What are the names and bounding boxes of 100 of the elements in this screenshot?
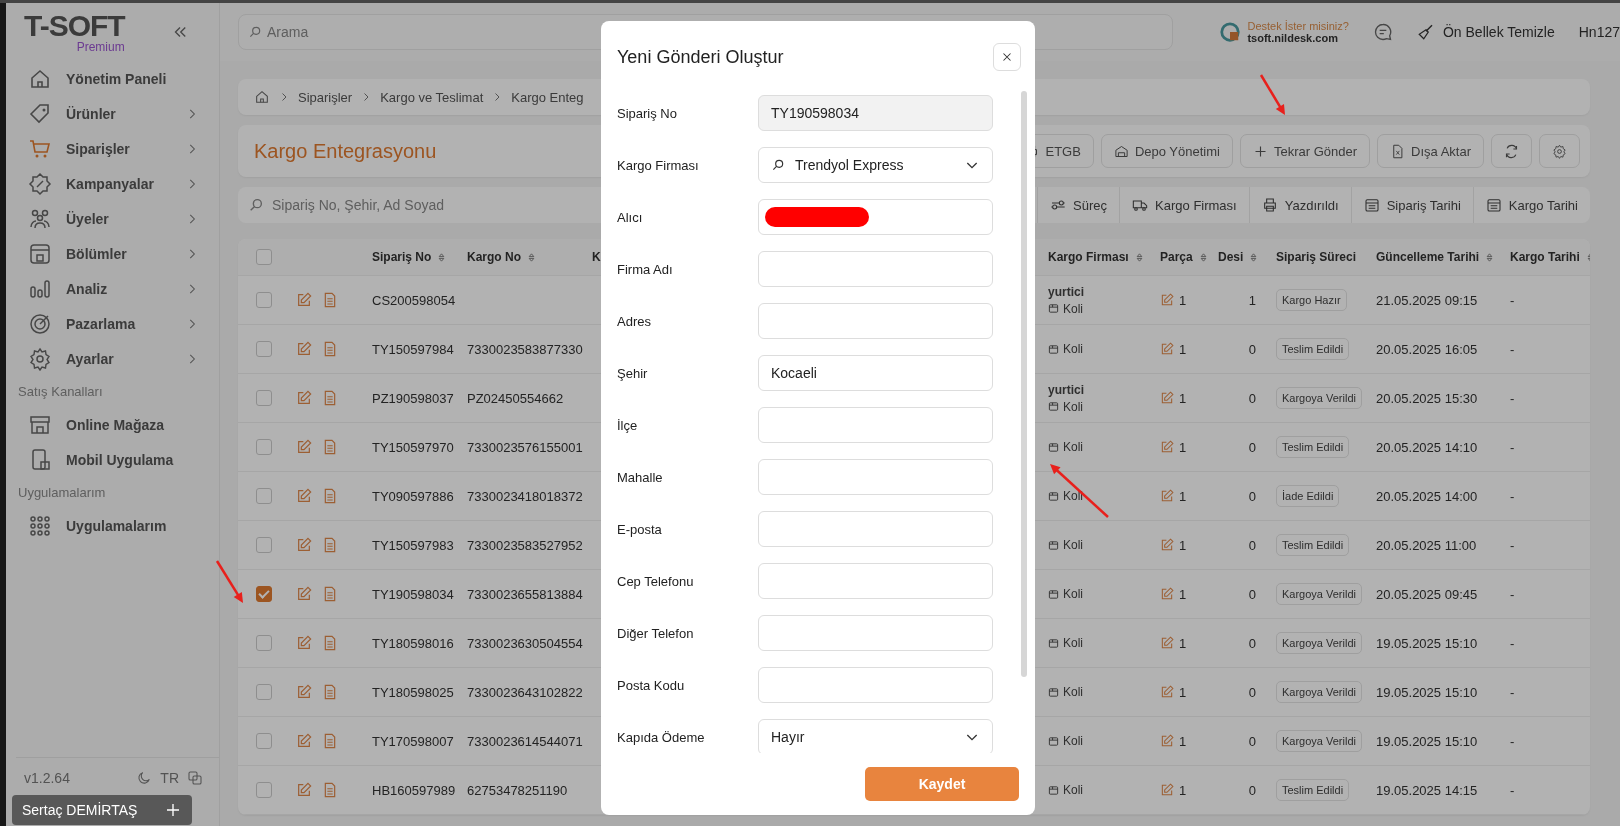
filter-button[interactable]: Yazdırıldı xyxy=(1248,187,1351,223)
sidebar-item[interactable]: Siparişler xyxy=(16,131,219,166)
column-header: K xyxy=(592,250,601,264)
table-cell: 1 xyxy=(1179,537,1187,553)
breadcrumb-link[interactable]: Siparişler xyxy=(298,89,353,105)
table-cell: 1 xyxy=(1179,292,1187,308)
edition-label: Premium xyxy=(76,41,125,53)
table-cell: PZ02450554662 xyxy=(467,390,564,406)
dropdown-field[interactable]: Trendyol Express xyxy=(758,147,993,183)
package-type: Koli xyxy=(1063,399,1083,414)
sidebar-item[interactable]: Üyeler xyxy=(16,201,219,236)
status-badge: Kargoya Verildi xyxy=(1276,730,1362,752)
sidebar-item[interactable]: Mobil Uygulama xyxy=(16,442,219,477)
column-header: Sipariş Süreci xyxy=(1276,250,1357,264)
table-cell: CS200598054 xyxy=(372,292,456,308)
column-header[interactable]: Parça xyxy=(1160,250,1193,264)
table-cell: - xyxy=(1510,439,1515,455)
table-cell: TY150597984 xyxy=(372,341,454,357)
filter-button[interactable]: Sipariş Tarihi xyxy=(1350,187,1473,223)
sidebar-item[interactable]: Ayarlar xyxy=(16,341,219,376)
table-cell: 0 xyxy=(1248,635,1256,651)
column-header[interactable]: Güncelleme Tarihi xyxy=(1376,250,1480,264)
table-cell: HB160597989 xyxy=(372,782,456,798)
breadcrumb-link[interactable]: Kargo Enteg xyxy=(511,89,584,105)
field-label: Şehir xyxy=(617,365,649,381)
column-header[interactable]: Kargo Tarihi xyxy=(1510,250,1580,264)
table-cell: 7330023655813884 xyxy=(467,586,583,602)
table-cell: 19.05.2025 15:10 xyxy=(1376,684,1478,700)
sidebar-item[interactable]: Uygulamalarım xyxy=(16,508,219,543)
support-link[interactable]: tsoft.nildesk.com xyxy=(1247,32,1349,44)
field-label: Posta Kodu xyxy=(617,677,686,693)
sidebar-item[interactable]: Bölümler xyxy=(16,236,219,271)
table-cell: TY190598034 xyxy=(372,586,454,602)
table-cell: 1 xyxy=(1179,439,1187,455)
table-cell: 20.05.2025 09:45 xyxy=(1376,586,1478,602)
table-cell: 7330023583527952 xyxy=(467,537,583,553)
status-badge: Teslim Edildi xyxy=(1276,779,1350,801)
table-cell: - xyxy=(1510,488,1515,504)
status-badge: Kargoya Verildi xyxy=(1276,681,1362,703)
table-cell: PZ190598037 xyxy=(372,390,454,406)
table-cell: - xyxy=(1510,635,1515,651)
sidebar-item[interactable]: Analiz xyxy=(16,271,219,306)
table-cell: 1 xyxy=(1179,684,1187,700)
input-field[interactable]: Kocaeli xyxy=(758,355,993,391)
breadcrumb-link[interactable]: Kargo ve Teslimat xyxy=(380,89,484,105)
table-cell: 19.05.2025 15:10 xyxy=(1376,733,1478,749)
filter-button[interactable]: Kargo Tarihi xyxy=(1472,187,1590,223)
sidebar-item[interactable]: Ürünler xyxy=(16,96,219,131)
table-cell: 1 xyxy=(1179,733,1187,749)
table-cell: TY090597886 xyxy=(372,488,454,504)
field-label: Cep Telefonu xyxy=(617,573,695,589)
table-cell: 0 xyxy=(1248,684,1256,700)
table-cell: TY180598016 xyxy=(372,635,454,651)
sidebar-item[interactable]: Kampanyalar xyxy=(16,166,219,201)
column-header[interactable]: Sipariş No xyxy=(372,250,432,264)
table-cell: 1 xyxy=(1179,635,1187,651)
package-type: Koli xyxy=(1063,587,1083,601)
package-type: Koli xyxy=(1063,342,1083,356)
language-label[interactable]: TR xyxy=(160,770,179,786)
table-cell: - xyxy=(1510,537,1515,553)
toolbar-button[interactable]: Depo Yönetimi xyxy=(1100,134,1233,168)
field-label: Kapıda Ödeme xyxy=(617,729,706,745)
table-cell: 7330023576155001 xyxy=(467,439,583,455)
table-cell: 1 xyxy=(1179,488,1187,504)
field-label: İlçe xyxy=(617,417,639,433)
table-cell: TY170598007 xyxy=(372,733,454,749)
table-cell: 1 xyxy=(1179,586,1187,602)
table-cell: 0 xyxy=(1248,782,1256,798)
column-header[interactable]: Kargo No xyxy=(467,250,521,264)
column-header[interactable]: Kargo Firması xyxy=(1048,250,1129,264)
sidebar-item[interactable]: Yönetim Paneli xyxy=(16,61,219,96)
version-label: v1.2.64 xyxy=(24,770,71,786)
user-name[interactable]: Hn127 xyxy=(1578,24,1620,40)
package-type: Koli xyxy=(1063,685,1083,699)
toolbar-button[interactable]: Tekrar Gönder xyxy=(1239,134,1371,168)
logo: T-SOFT xyxy=(24,11,125,41)
toolbar-button[interactable]: Dışa Aktar xyxy=(1377,134,1484,168)
sidebar-item[interactable]: Online Mağaza xyxy=(16,407,219,442)
table-cell: 0 xyxy=(1248,390,1256,406)
sidebar-item[interactable]: Pazarlama xyxy=(16,306,219,341)
table-cell: 1 xyxy=(1179,390,1187,406)
input-field: TY190598034 xyxy=(758,95,993,131)
column-header[interactable]: Desi xyxy=(1218,250,1244,264)
field-label: E-posta xyxy=(617,521,663,537)
field-label: Diğer Telefon xyxy=(617,625,695,641)
filter-button[interactable]: Süreç xyxy=(1037,187,1120,223)
table-cell: 1 xyxy=(1179,341,1187,357)
support-title: Destek İster misiniz? xyxy=(1247,20,1349,32)
status-badge: Teslim Edildi xyxy=(1276,534,1350,556)
field-label: Kargo Firması xyxy=(617,157,700,173)
table-cell: 19.05.2025 14:15 xyxy=(1376,782,1478,798)
toast-text: Sertaç DEMİRTAŞ xyxy=(22,802,138,818)
table-cell: 7330023614544071 xyxy=(467,733,583,749)
table-cell: TY180598025 xyxy=(372,684,454,700)
dropdown-field[interactable]: Hayır xyxy=(758,719,993,753)
clear-cache-button[interactable]: Ön Bellek Temizle xyxy=(1416,23,1555,41)
field-label: Sipariş No xyxy=(617,105,678,121)
status-badge: Teslim Edildi xyxy=(1276,436,1350,458)
filter-button[interactable]: Kargo Firması xyxy=(1119,187,1249,223)
table-cell: 7330023418018372 xyxy=(467,488,583,504)
